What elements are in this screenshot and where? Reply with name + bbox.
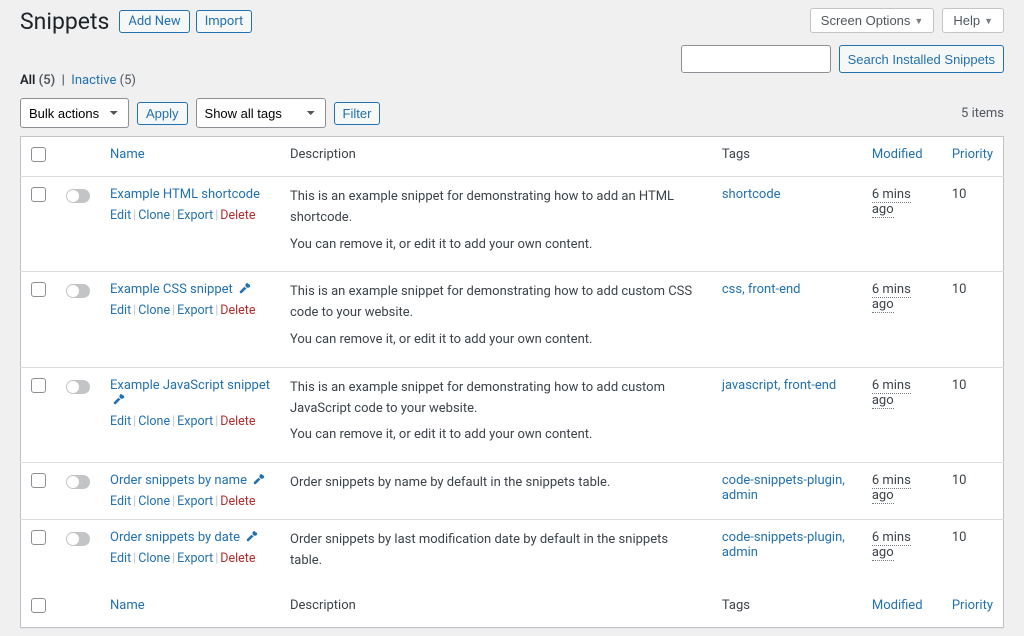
edit-link[interactable]: Edit bbox=[110, 414, 131, 429]
col-modified-header[interactable]: Modified bbox=[872, 147, 923, 162]
tag-link[interactable]: code-snippets-plugin, admin bbox=[722, 530, 845, 560]
filter-all-count: (5) bbox=[39, 73, 56, 88]
modified-time: 6 mins ago bbox=[872, 187, 911, 218]
wrench-icon bbox=[112, 393, 125, 406]
snippet-title-link[interactable]: Example CSS snippet bbox=[110, 282, 233, 297]
priority-value: 10 bbox=[942, 177, 1004, 272]
select-all-checkbox-footer[interactable] bbox=[31, 598, 46, 613]
edit-link[interactable]: Edit bbox=[110, 303, 131, 318]
snippet-description: This is an example snippet for demonstra… bbox=[280, 272, 712, 367]
select-all-checkbox[interactable] bbox=[31, 147, 46, 162]
priority-value: 10 bbox=[942, 367, 1004, 462]
filter-inactive[interactable]: Inactive (5) bbox=[71, 73, 136, 88]
tag-link[interactable]: css, front-end bbox=[722, 282, 801, 297]
add-new-button[interactable]: Add New bbox=[119, 10, 189, 33]
col-description-header: Description bbox=[280, 137, 712, 177]
modified-time: 6 mins ago bbox=[872, 530, 911, 561]
import-button[interactable]: Import bbox=[196, 10, 253, 33]
chevron-down-icon: ▼ bbox=[984, 16, 993, 26]
snippet-title-link[interactable]: Example JavaScript snippet bbox=[110, 378, 270, 393]
row-checkbox[interactable] bbox=[31, 378, 46, 393]
delete-link[interactable]: Delete bbox=[220, 303, 255, 318]
table-row: Order snippets by name Edit|Clone|Export… bbox=[21, 463, 1004, 520]
clone-link[interactable]: Clone bbox=[138, 208, 170, 223]
edit-link[interactable]: Edit bbox=[110, 551, 131, 566]
clone-link[interactable]: Clone bbox=[138, 551, 170, 566]
tags-select[interactable]: Show all tags bbox=[196, 98, 326, 128]
delete-link[interactable]: Delete bbox=[220, 208, 255, 223]
export-link[interactable]: Export bbox=[177, 303, 213, 318]
row-checkbox[interactable] bbox=[31, 473, 46, 488]
page-title: Snippets bbox=[20, 8, 109, 35]
help-label: Help bbox=[953, 13, 980, 28]
snippet-title-link[interactable]: Order snippets by name bbox=[110, 473, 247, 488]
col-tags-footer: Tags bbox=[712, 588, 862, 628]
col-description-footer: Description bbox=[280, 588, 712, 628]
activate-toggle[interactable] bbox=[66, 475, 90, 489]
table-row: Example HTML shortcode Edit|Clone|Export… bbox=[21, 177, 1004, 272]
snippet-title-link[interactable]: Example HTML shortcode bbox=[110, 187, 260, 202]
delete-link[interactable]: Delete bbox=[220, 494, 255, 509]
filter-inactive-count: (5) bbox=[120, 73, 136, 88]
bulk-actions-select[interactable]: Bulk actions bbox=[20, 98, 129, 128]
tag-link[interactable]: code-snippets-plugin, admin bbox=[722, 473, 845, 503]
clone-link[interactable]: Clone bbox=[138, 414, 170, 429]
filter-inactive-label: Inactive bbox=[71, 73, 116, 88]
activate-toggle[interactable] bbox=[66, 189, 90, 203]
priority-value: 10 bbox=[942, 520, 1004, 588]
snippet-description: This is an example snippet for demonstra… bbox=[280, 177, 712, 272]
edit-link[interactable]: Edit bbox=[110, 494, 131, 509]
items-count: 5 items bbox=[961, 106, 1004, 121]
clone-link[interactable]: Clone bbox=[138, 494, 170, 509]
filter-button[interactable]: Filter bbox=[334, 102, 381, 125]
export-link[interactable]: Export bbox=[177, 551, 213, 566]
activate-toggle[interactable] bbox=[66, 380, 90, 394]
search-button[interactable]: Search Installed Snippets bbox=[839, 45, 1004, 73]
priority-value: 10 bbox=[942, 463, 1004, 520]
table-row: Example CSS snippet Edit|Clone|Export|De… bbox=[21, 272, 1004, 367]
activate-toggle[interactable] bbox=[66, 532, 90, 546]
table-row: Order snippets by date Edit|Clone|Export… bbox=[21, 520, 1004, 588]
modified-time: 6 mins ago bbox=[872, 473, 911, 504]
tag-link[interactable]: shortcode bbox=[722, 187, 781, 202]
filter-all-label: All bbox=[20, 73, 35, 88]
search-input[interactable] bbox=[681, 45, 831, 73]
col-tags-header: Tags bbox=[712, 137, 862, 177]
row-checkbox[interactable] bbox=[31, 282, 46, 297]
edit-link[interactable]: Edit bbox=[110, 208, 131, 223]
table-row: Example JavaScript snippet Edit|Clone|Ex… bbox=[21, 367, 1004, 462]
tag-link[interactable]: javascript, front-end bbox=[722, 378, 836, 393]
chevron-down-icon: ▼ bbox=[914, 16, 923, 26]
wrench-icon bbox=[252, 473, 265, 486]
col-priority-footer[interactable]: Priority bbox=[952, 598, 993, 613]
priority-value: 10 bbox=[942, 272, 1004, 367]
export-link[interactable]: Export bbox=[177, 414, 213, 429]
col-priority-header[interactable]: Priority bbox=[952, 147, 993, 162]
row-checkbox[interactable] bbox=[31, 530, 46, 545]
snippet-description: Order snippets by name by default in the… bbox=[280, 463, 712, 520]
modified-time: 6 mins ago bbox=[872, 282, 911, 313]
filter-all[interactable]: All (5) bbox=[20, 73, 58, 88]
clone-link[interactable]: Clone bbox=[138, 303, 170, 318]
screen-options-label: Screen Options bbox=[821, 13, 911, 28]
apply-button[interactable]: Apply bbox=[137, 102, 188, 125]
screen-options-button[interactable]: Screen Options ▼ bbox=[810, 8, 935, 33]
wrench-icon bbox=[245, 530, 258, 543]
export-link[interactable]: Export bbox=[177, 494, 213, 509]
snippet-description: Order snippets by last modification date… bbox=[280, 520, 712, 588]
snippet-description: This is an example snippet for demonstra… bbox=[280, 367, 712, 462]
col-name-footer[interactable]: Name bbox=[110, 598, 145, 613]
help-button[interactable]: Help ▼ bbox=[942, 8, 1004, 33]
activate-toggle[interactable] bbox=[66, 284, 90, 298]
delete-link[interactable]: Delete bbox=[220, 414, 255, 429]
delete-link[interactable]: Delete bbox=[220, 551, 255, 566]
wrench-icon bbox=[238, 282, 251, 295]
export-link[interactable]: Export bbox=[177, 208, 213, 223]
modified-time: 6 mins ago bbox=[872, 378, 911, 409]
col-name-header[interactable]: Name bbox=[110, 147, 145, 162]
snippet-title-link[interactable]: Order snippets by date bbox=[110, 530, 240, 545]
col-modified-footer[interactable]: Modified bbox=[872, 598, 923, 613]
row-checkbox[interactable] bbox=[31, 187, 46, 202]
